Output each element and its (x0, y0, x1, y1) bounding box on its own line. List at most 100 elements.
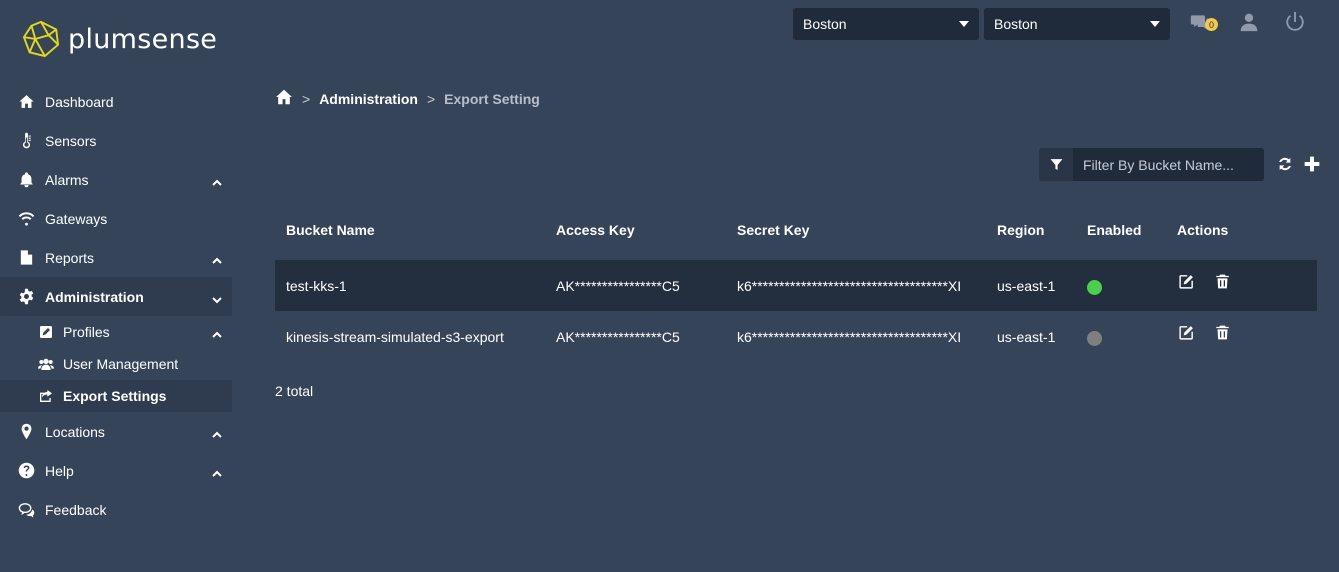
breadcrumb-separator: > (302, 90, 311, 107)
chevron-up-icon (212, 466, 222, 477)
table-row: kinesis-stream-simulated-s3-export AK***… (275, 311, 1317, 362)
column-header-enabled: Enabled (1087, 222, 1142, 238)
edit-button[interactable] (1177, 273, 1195, 291)
column-header-actions: Actions (1177, 222, 1229, 238)
enabled-cell (1076, 276, 1166, 295)
file-icon (17, 249, 35, 267)
map-marker-icon (17, 423, 35, 441)
sidebar-item-administration[interactable]: Administration (0, 277, 232, 316)
refresh-button[interactable] (1276, 155, 1294, 173)
breadcrumb-current-page: Export Setting (444, 90, 540, 107)
breadcrumb-separator: > (426, 90, 436, 107)
sidebar-item-label: Locations (45, 423, 105, 440)
brand-logo[interactable]: plumsense (22, 19, 217, 59)
export-settings-table: Bucket Name Access Key Secret Key Region… (275, 210, 1317, 362)
edit-button[interactable] (1177, 324, 1195, 342)
sidebar-item-label: Administration (45, 288, 144, 305)
refresh-icon (1279, 157, 1291, 171)
bucket-name-cell: test-kks-1 (286, 277, 347, 294)
filter-button[interactable] (1039, 148, 1073, 181)
sidebar-subitem-profiles[interactable]: Profiles (0, 316, 232, 348)
sidebar-subitem-label: User Management (63, 356, 179, 372)
location-select-primary-value: Boston (803, 16, 847, 32)
home-icon (17, 93, 35, 111)
access-key-cell: AK****************C5 (556, 328, 680, 345)
secret-key-cell: k6************************************XI (737, 328, 962, 345)
sidebar-item-sensors[interactable]: Sensors (0, 121, 232, 160)
trash-icon (1215, 274, 1229, 289)
chevron-up-icon (212, 253, 222, 264)
delete-button[interactable] (1213, 324, 1231, 342)
edit-icon (1178, 326, 1193, 340)
sidebar-item-label: Feedback (45, 501, 107, 518)
sidebar: Dashboard Sensors Alarms Gateways Report… (0, 82, 232, 529)
chevron-up-icon (212, 427, 222, 438)
sidebar-item-help[interactable]: Help (0, 451, 232, 490)
enabled-cell (1076, 327, 1166, 346)
sidebar-item-label: Gateways (45, 210, 108, 227)
sidebar-item-label: Help (45, 462, 74, 479)
column-header-region: Region (997, 222, 1045, 238)
edit-icon (37, 324, 54, 341)
table-header: Bucket Name Access Key Secret Key Region… (275, 210, 1317, 250)
sidebar-subitem-export-settings[interactable]: Export Settings (0, 380, 232, 412)
home-icon[interactable] (275, 89, 293, 108)
add-bucket-button[interactable] (1303, 155, 1321, 173)
bucket-name-cell: kinesis-stream-simulated-s3-export (286, 328, 504, 345)
thermometer-icon (17, 132, 35, 150)
column-header-bucket-name: Bucket Name (286, 222, 375, 238)
bucket-filter (1039, 148, 1264, 181)
sidebar-item-label: Alarms (45, 171, 89, 188)
region-cell: us-east-1 (997, 328, 1056, 345)
comments-icon (17, 501, 35, 519)
bucket-filter-input[interactable] (1073, 156, 1258, 173)
chevron-up-icon (212, 327, 222, 338)
breadcrumb: > Administration > Export Setting (275, 89, 540, 108)
delete-button[interactable] (1213, 273, 1231, 291)
column-header-secret-key: Secret Key (737, 222, 810, 238)
sidebar-item-dashboard[interactable]: Dashboard (0, 82, 232, 121)
power-icon (1286, 11, 1304, 31)
location-select-primary[interactable]: Boston (793, 8, 979, 40)
sidebar-item-label: Sensors (45, 132, 97, 149)
sidebar-item-feedback[interactable]: Feedback (0, 490, 232, 529)
question-icon (17, 462, 35, 480)
sidebar-item-label: Dashboard (45, 93, 114, 110)
region-cell: us-east-1 (997, 277, 1056, 294)
brand-name: plumsense (68, 23, 218, 55)
trash-icon (1215, 325, 1229, 340)
table-row: test-kks-1 AK****************C5 k6******… (275, 260, 1317, 311)
user-profile-button[interactable] (1237, 10, 1261, 34)
total-count: 2 total (275, 383, 314, 399)
sidebar-item-reports[interactable]: Reports (0, 238, 232, 277)
sidebar-subitem-label: Profiles (63, 324, 110, 340)
plus-icon (1304, 156, 1320, 172)
gear-icon (17, 288, 35, 306)
actions-cell (1166, 325, 1306, 342)
caret-down-icon (959, 21, 969, 27)
secret-key-cell: k6************************************XI (737, 277, 962, 294)
edit-icon (1178, 275, 1193, 289)
sidebar-item-alarms[interactable]: Alarms (0, 160, 232, 199)
location-select-secondary-value: Boston (994, 16, 1038, 32)
sidebar-subitem-user-management[interactable]: User Management (0, 348, 232, 380)
actions-cell (1166, 274, 1306, 291)
notification-badge: 0 (1205, 18, 1218, 31)
bell-icon (17, 171, 35, 189)
sidebar-item-gateways[interactable]: Gateways (0, 199, 232, 238)
chevron-down-icon (212, 292, 222, 303)
filter-icon (1050, 159, 1062, 170)
wifi-icon (17, 210, 35, 228)
breadcrumb-administration[interactable]: Administration (319, 91, 418, 107)
enabled-status-dot (1087, 280, 1102, 295)
column-header-access-key: Access Key (556, 222, 635, 238)
location-select-secondary[interactable]: Boston (984, 8, 1170, 40)
logout-button[interactable] (1283, 10, 1307, 34)
user-icon (1240, 13, 1258, 32)
access-key-cell: AK****************C5 (556, 277, 680, 294)
sidebar-item-locations[interactable]: Locations (0, 412, 232, 451)
caret-down-icon (1150, 21, 1160, 27)
chevron-up-icon (212, 175, 222, 186)
sidebar-subitem-label: Export Settings (63, 388, 167, 404)
plumsense-logo-icon (22, 20, 60, 58)
